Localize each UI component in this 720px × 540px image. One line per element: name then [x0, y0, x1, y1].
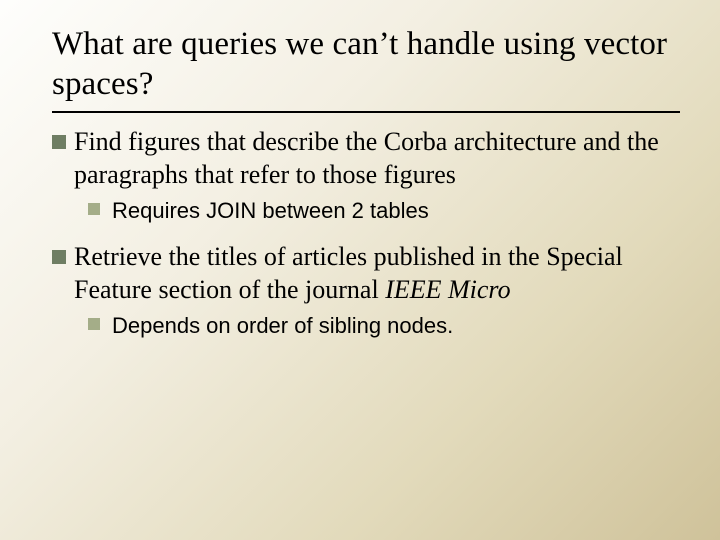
list-item: Depends on order of sibling nodes.	[88, 312, 680, 341]
list-item: Find figures that describe the Corba arc…	[52, 125, 680, 192]
slide-body: Find figures that describe the Corba arc…	[52, 125, 680, 341]
list-item: Requires JOIN between 2 tables	[88, 197, 680, 226]
square-bullet-icon	[52, 250, 66, 264]
square-bullet-icon	[52, 135, 66, 149]
text-run: Retrieve the titles of articles publishe…	[74, 242, 623, 304]
text-run-italic: IEEE Micro	[385, 275, 510, 304]
square-bullet-icon	[88, 203, 100, 215]
slide-title: What are queries we can’t handle using v…	[52, 24, 680, 105]
slide: What are queries we can’t handle using v…	[0, 0, 720, 540]
square-bullet-icon	[88, 318, 100, 330]
list-item-text: Requires JOIN between 2 tables	[112, 197, 429, 226]
sublist: Requires JOIN between 2 tables	[88, 197, 680, 226]
list-item: Retrieve the titles of articles publishe…	[52, 240, 680, 307]
title-underline	[52, 111, 680, 113]
list-item-text: Retrieve the titles of articles publishe…	[74, 240, 680, 307]
list-item-text: Depends on order of sibling nodes.	[112, 312, 453, 341]
sublist: Depends on order of sibling nodes.	[88, 312, 680, 341]
list-item-text: Find figures that describe the Corba arc…	[74, 125, 680, 192]
